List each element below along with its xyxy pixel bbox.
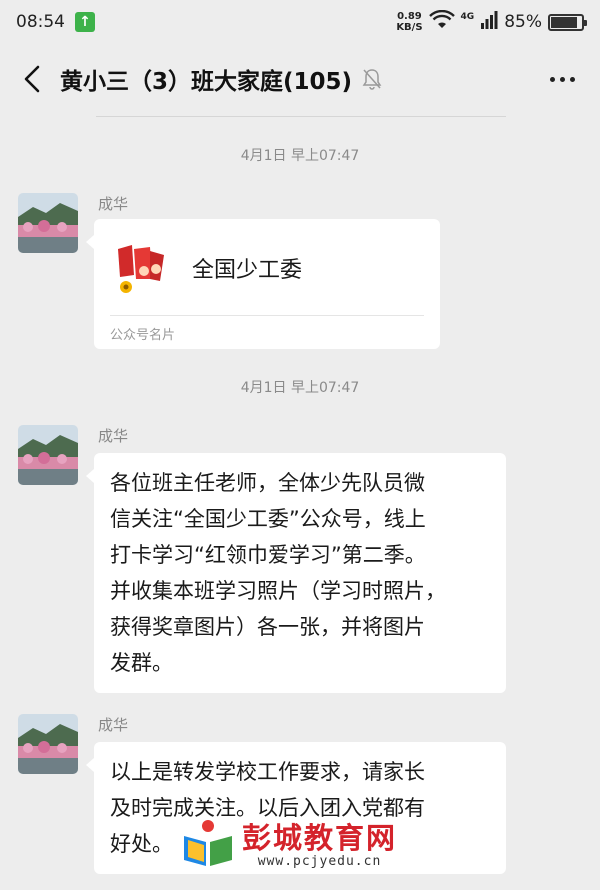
message-line: 各位班主任老师，全体少先队员微 [110, 471, 425, 495]
sender-name: 成华 [98, 716, 129, 734]
sender-name: 成华 [98, 427, 129, 445]
chevron-left-icon [24, 65, 40, 93]
status-left: 08:54 ↑ [16, 12, 95, 32]
message-line: 以上是转发学校工作要求，请家长 [110, 760, 425, 784]
upload-notification-icon: ↑ [75, 12, 95, 32]
message-text: 各位班主任老师，全体少先队员微 信关注“全国少工委”公众号，线上 打卡学习“红领… [94, 453, 506, 693]
message-timestamp: 4月1日 早上07:47 [240, 148, 360, 164]
status-right: 0.89 KB/S 4G 85% [396, 9, 587, 35]
message-timestamp: 4月1日 早上07:47 [240, 380, 360, 396]
clock: 08:54 [16, 12, 65, 32]
card-account-name: 全国少工委 [192, 258, 303, 283]
chat-header: 黄小三（3）班大家庭(105) [0, 44, 600, 114]
book-logo-icon [180, 818, 236, 872]
back-button[interactable] [14, 57, 50, 101]
card-header: 全国少工委 [94, 219, 440, 315]
site-watermark: 彭城教育网 www.pcjyedu.cn [180, 818, 397, 872]
network-speed-value: 0.89 [397, 11, 422, 22]
network-type: 4G [460, 11, 475, 22]
sender-avatar[interactable] [18, 425, 78, 485]
battery-level [551, 16, 577, 28]
more-dot-icon [569, 76, 575, 82]
mute-bell-icon [362, 68, 382, 90]
more-dot-icon [549, 76, 555, 82]
message-line: 获得奖章图片）各一张，并将图片 [110, 615, 425, 639]
message-line: 发群。 [110, 651, 173, 675]
sender-name: 成华 [98, 195, 129, 213]
battery-icon [548, 13, 587, 31]
battery-percent: 85% [504, 12, 542, 32]
sender-avatar[interactable] [18, 193, 78, 253]
more-dot-icon [559, 76, 565, 82]
network-speed: 0.89 KB/S [396, 11, 422, 33]
chat-title: 黄小三（3）班大家庭(105) [60, 69, 353, 95]
network-speed-unit: KB/S [396, 22, 423, 33]
contact-card[interactable]: 全国少工委 公众号名片 [86, 219, 440, 349]
card-type-label: 公众号名片 [110, 328, 176, 343]
more-options-button[interactable] [538, 57, 586, 101]
message-line: 信关注“全国少工委”公众号，线上 [110, 507, 426, 531]
official-account-logo [110, 235, 176, 301]
message-line: 打卡学习“红领巾爱学习”第二季。 [110, 543, 426, 567]
message-bubble[interactable]: 各位班主任老师，全体少先队员微 信关注“全国少工委”公众号，线上 打卡学习“红领… [86, 453, 506, 693]
chat-message: 成华 全国少工委 公众号名片 [18, 193, 588, 353]
watermark-url: www.pcjyedu.cn [257, 853, 382, 869]
wifi-icon [428, 9, 455, 35]
watermark-text: 彭城教育网 www.pcjyedu.cn [242, 822, 397, 869]
chat-message: 成华 各位班主任老师，全体少先队员微 信关注“全国少工委”公众号，线上 打卡学习… [18, 425, 588, 700]
sender-avatar[interactable] [18, 714, 78, 774]
status-bar: 08:54 ↑ 0.89 KB/S 4G 85% [0, 0, 600, 44]
watermark-title: 彭城教育网 [242, 820, 398, 855]
header-divider [96, 116, 506, 117]
message-line: 并收集本班学习照片（学习时照片， [110, 579, 446, 603]
signal-icon [480, 10, 498, 34]
